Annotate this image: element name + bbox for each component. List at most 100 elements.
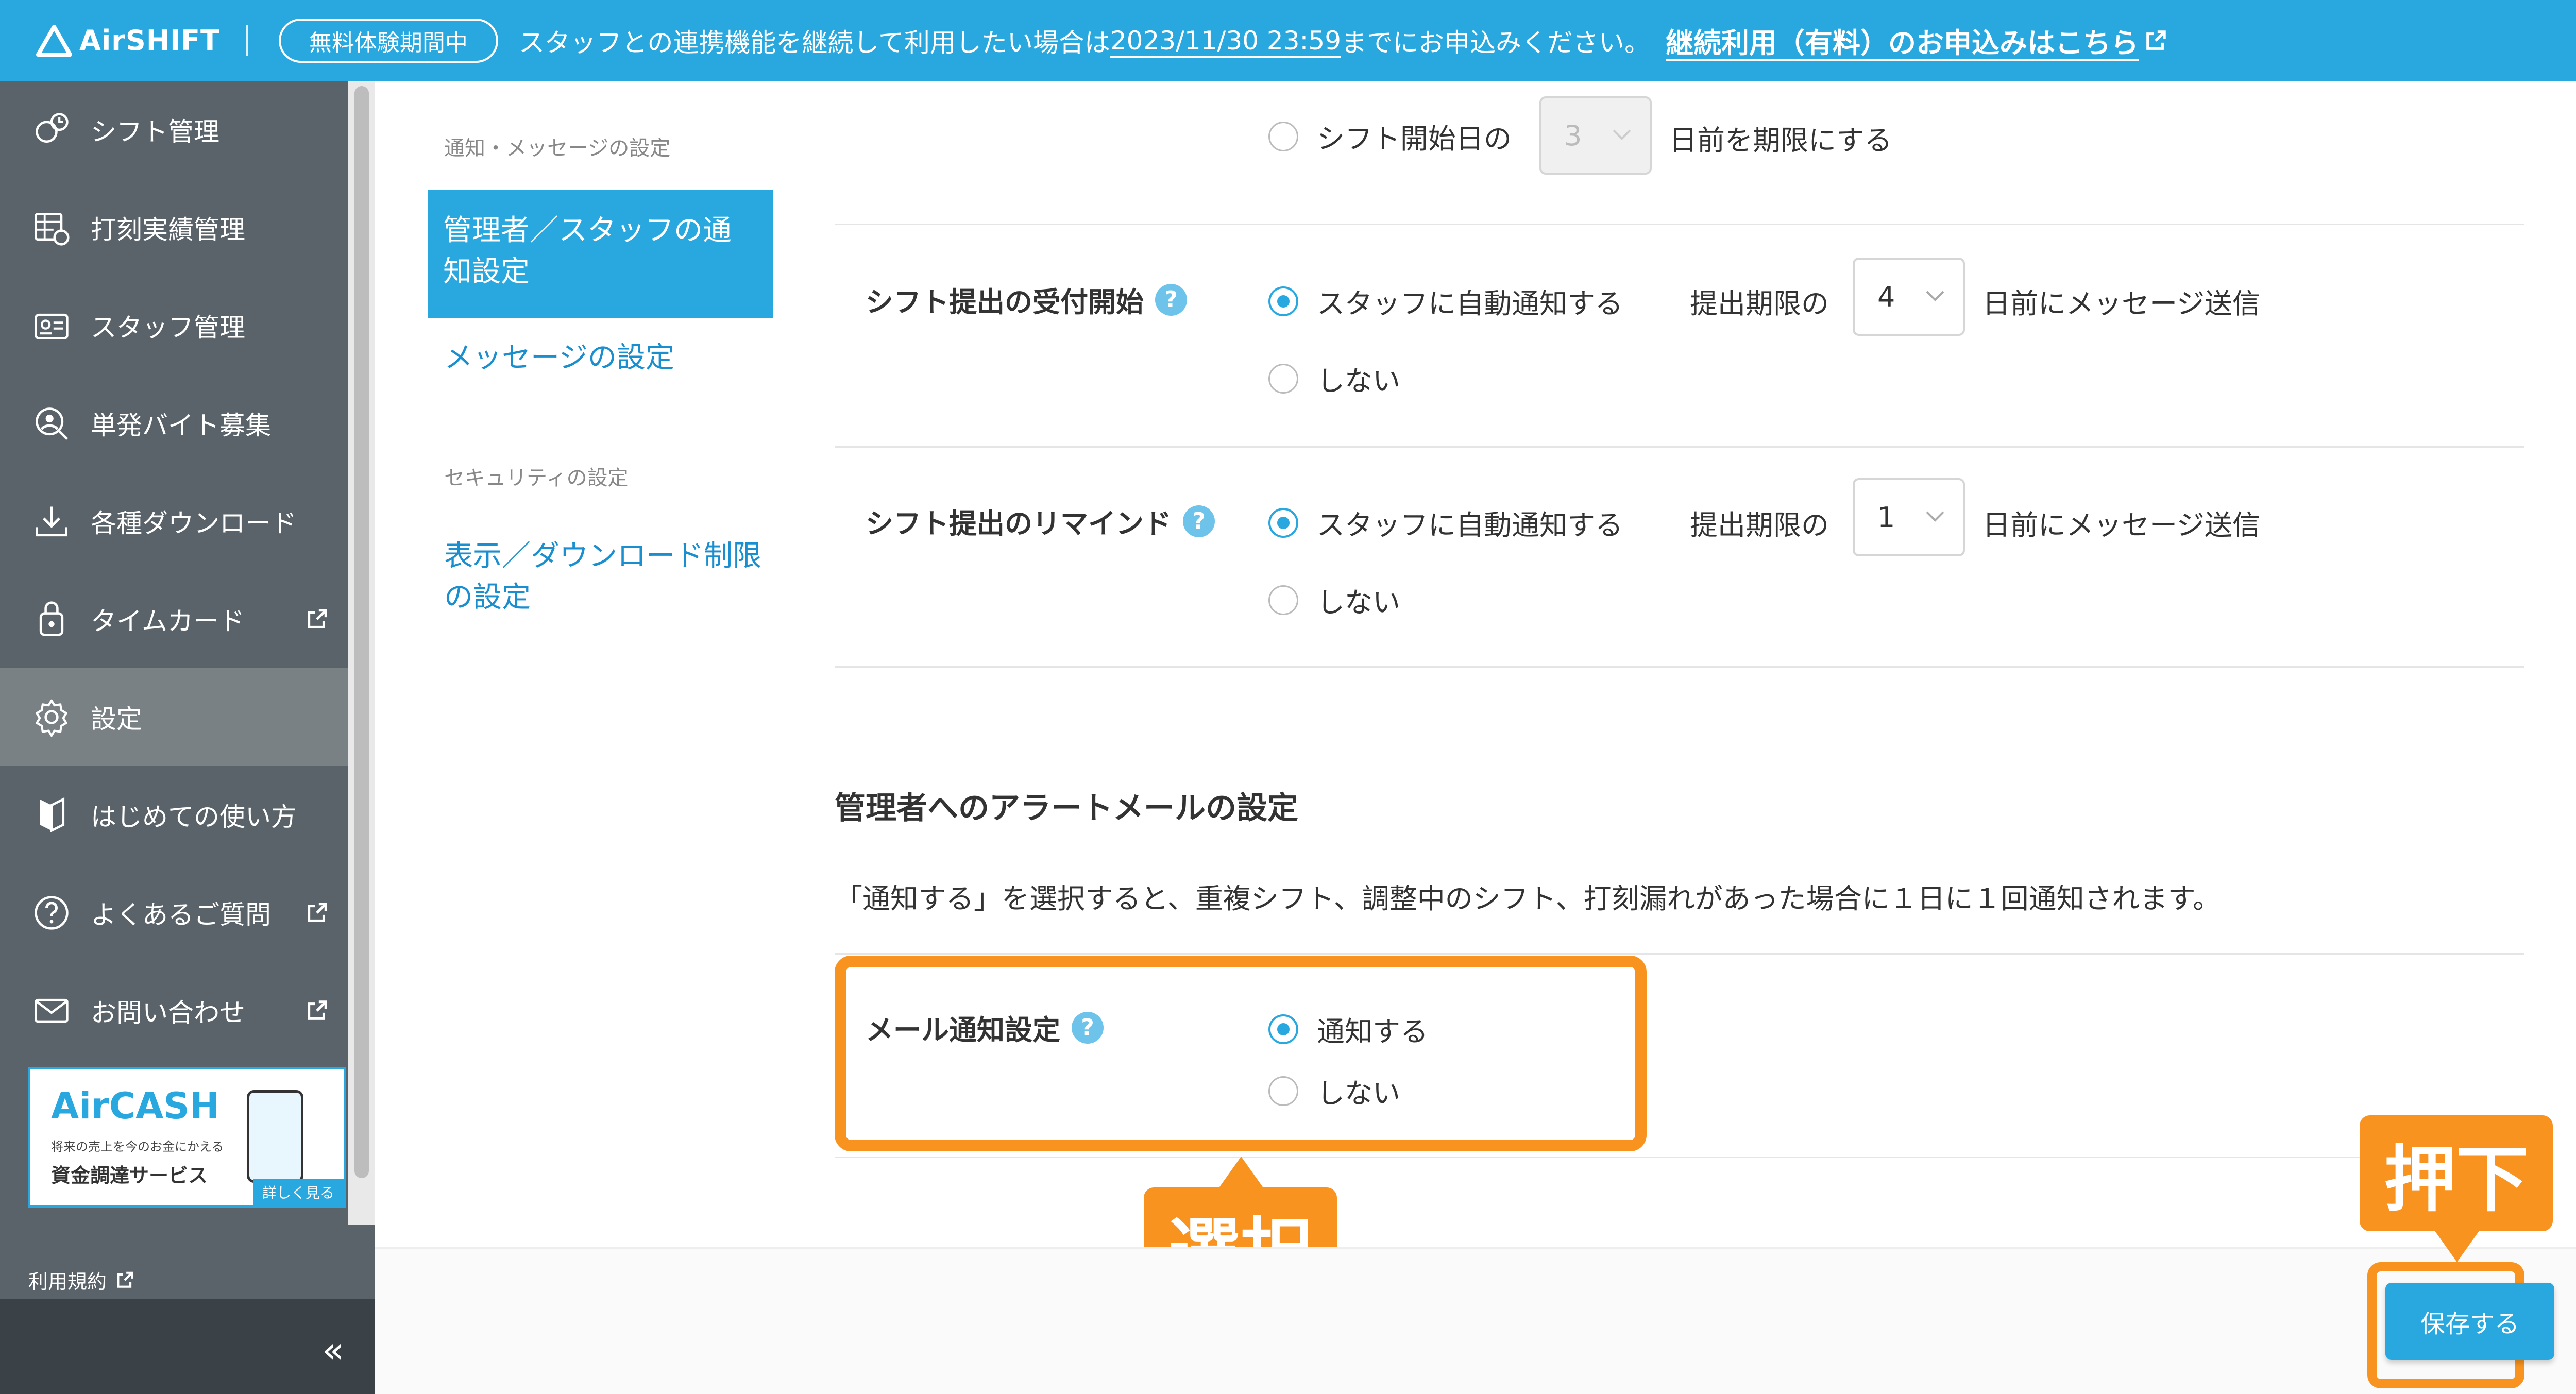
radio-indicator (1268, 507, 1298, 538)
sidebar-collapse-button[interactable]: « (322, 1329, 344, 1371)
help-icon[interactable]: ? (1155, 283, 1187, 316)
radio-indicator (1268, 121, 1298, 151)
timecard-lock-icon (31, 599, 72, 640)
row-label-text: シフト提出の受付開始 (866, 286, 1144, 318)
trial-badge: 無料体験期間中 (278, 18, 498, 63)
sidebar-item-label: 設定 (91, 704, 142, 734)
sidebar: シフト管理 打刻実績管理 スタッフ管理 単発バイト募集 各種ダウンロード タイム… (0, 81, 375, 1394)
sidebar-item-staff[interactable]: スタッフ管理 (0, 277, 348, 375)
subnav-caption-security: セキュリティの設定 (444, 466, 629, 490)
sidebar-item-timecard-records[interactable]: 打刻実績管理 (0, 179, 348, 277)
alert-section-title: 管理者へのアラートメールの設定 (835, 790, 1298, 826)
logo-mark-icon (36, 24, 72, 57)
subnav-item-view-download-restriction[interactable]: 表示／ダウンロード制限の設定 (444, 536, 764, 618)
subnav-item-message-settings[interactable]: メッセージの設定 (444, 337, 674, 379)
sidebar-item-label: よくあるご質問 (91, 900, 271, 930)
sidebar-item-label: シフト管理 (91, 117, 219, 147)
aircash-banner[interactable]: AirCASH 将来の売上を今のお金にかえる 資金調達サービス 詳しく見る (28, 1067, 346, 1208)
notice-suffix: までにお申込みください。 (1341, 27, 1651, 58)
beginner-mark-icon (31, 794, 72, 836)
terms-link[interactable]: 利用規約 (28, 1266, 134, 1294)
aircash-subtitle: 将来の売上を今のお金にかえる (51, 1140, 224, 1154)
chevron-down-icon (1926, 291, 1944, 301)
chevron-down-icon (1926, 511, 1944, 522)
radio-label: しない (1317, 365, 1400, 397)
sidebar-item-getting-started[interactable]: はじめての使い方 (0, 766, 348, 864)
footer-bar (375, 1247, 2576, 1394)
shift-clock-icon (31, 109, 72, 150)
external-link-icon (308, 609, 327, 628)
staff-card-icon (31, 305, 72, 346)
timecard-table-icon (31, 207, 72, 248)
terms-label: 利用規約 (28, 1270, 107, 1293)
submission-remind-label: シフト提出のリマインド ? (866, 501, 1215, 541)
submission-remind-none-radio[interactable]: しない (1268, 580, 1400, 620)
radio-label: スタッフに自動通知する (1317, 509, 1623, 541)
row-divider (835, 224, 2524, 225)
select-value: 4 (1877, 280, 1895, 313)
push-callout: 押下 (2360, 1115, 2553, 1262)
sidebar-scroll-thumb[interactable] (354, 86, 369, 1178)
save-button[interactable]: 保存する (2385, 1283, 2554, 1360)
sidebar-item-downloads[interactable]: 各種ダウンロード (0, 472, 348, 570)
submission-remind-suffix: 日前にメッセージ送信 (1982, 509, 2260, 541)
submission-remind-auto-radio[interactable]: スタッフに自動通知する (1268, 502, 1623, 543)
question-circle-icon (31, 892, 72, 933)
notice-prefix: スタッフとの連携機能を継続して利用したい場合は (518, 27, 1110, 58)
radio-label: スタッフに自動通知する (1317, 287, 1623, 320)
submission-remind-days-select[interactable]: 1 (1853, 478, 1965, 556)
cta-label: 継続利用（有料）のお申込みはこちら (1666, 27, 2139, 59)
continue-subscription-link[interactable]: 継続利用（有料）のお申込みはこちら (1666, 20, 2167, 61)
submission-start-prefix: 提出期限の (1690, 287, 1829, 320)
gear-icon (31, 696, 72, 738)
download-icon (31, 501, 72, 542)
subnav-item-notification-settings[interactable]: 管理者／スタッフの通知設定 (428, 190, 773, 318)
sidebar-item-label: 各種ダウンロード (91, 508, 297, 538)
submission-start-auto-radio[interactable]: スタッフに自動通知する (1268, 281, 1623, 321)
help-icon[interactable]: ? (1183, 505, 1215, 537)
sidebar-footer: « (0, 1299, 375, 1394)
row-label-text: シフト提出のリマインド (866, 507, 1172, 540)
select-value: 3 (1564, 119, 1582, 152)
sidebar-item-gig-recruit[interactable]: 単発バイト募集 (0, 375, 348, 472)
sidebar-item-timecard[interactable]: タイムカード (0, 570, 348, 668)
select-value: 1 (1877, 501, 1895, 534)
sidebar-item-shift[interactable]: シフト管理 (0, 81, 348, 179)
phone-illustration-icon (247, 1090, 303, 1183)
notice-deadline: 2023/11/30 23:59 (1110, 25, 1342, 56)
app-logo[interactable]: AirSHIFT (36, 24, 220, 57)
row-divider (835, 1157, 2524, 1158)
submission-start-suffix: 日前にメッセージ送信 (1982, 287, 2260, 320)
radio-indicator (1268, 585, 1298, 615)
deadline-suffix: 日前を期限にする (1669, 124, 1892, 157)
external-link-icon (117, 1271, 133, 1288)
job-search-icon (31, 403, 72, 444)
submission-remind-prefix: 提出期限の (1690, 509, 1829, 541)
external-link-icon (308, 1000, 327, 1020)
sidebar-item-faq[interactable]: よくあるご質問 (0, 864, 348, 962)
sidebar-item-label: お問い合わせ (91, 998, 245, 1028)
subnav-caption-notifications: 通知・メッセージの設定 (444, 137, 671, 160)
sidebar-item-settings[interactable]: 設定 (0, 668, 348, 766)
submission-start-label: シフト提出の受付開始 ? (866, 279, 1187, 320)
chevron-down-icon (1613, 129, 1631, 140)
aircash-main: 資金調達サービス (51, 1164, 208, 1187)
sidebar-item-label: タイムカード (91, 606, 245, 636)
submission-start-none-radio[interactable]: しない (1268, 358, 1400, 399)
deadline-days-select[interactable]: 3 (1539, 96, 1652, 175)
select-highlight-frame (835, 956, 1647, 1151)
aircash-more-link[interactable]: 詳しく見る (252, 1179, 344, 1205)
sidebar-item-label: スタッフ管理 (91, 313, 245, 343)
external-link-icon (2146, 30, 2166, 50)
row-divider (835, 446, 2524, 448)
deadline-start-radio[interactable]: シフト開始日の (1268, 116, 1512, 157)
alert-section-description: 「通知する」を選択すると、重複シフト、調整中のシフト、打刻漏れがあった場合に１日… (835, 882, 2221, 915)
sidebar-item-contact[interactable]: お問い合わせ (0, 962, 348, 1060)
aircash-title: AirCASH (51, 1085, 220, 1127)
trial-notice: スタッフとの連携機能を継続して利用したい場合は 2023/11/30 23:59… (519, 20, 2167, 61)
row-divider (835, 953, 2524, 955)
sidebar-item-label: 打刻実績管理 (91, 215, 245, 245)
submission-start-days-select[interactable]: 4 (1853, 258, 1965, 336)
top-banner: AirSHIFT 無料体験期間中 スタッフとの連携機能を継続して利用したい場合は… (0, 0, 2576, 81)
mail-icon (31, 990, 72, 1031)
